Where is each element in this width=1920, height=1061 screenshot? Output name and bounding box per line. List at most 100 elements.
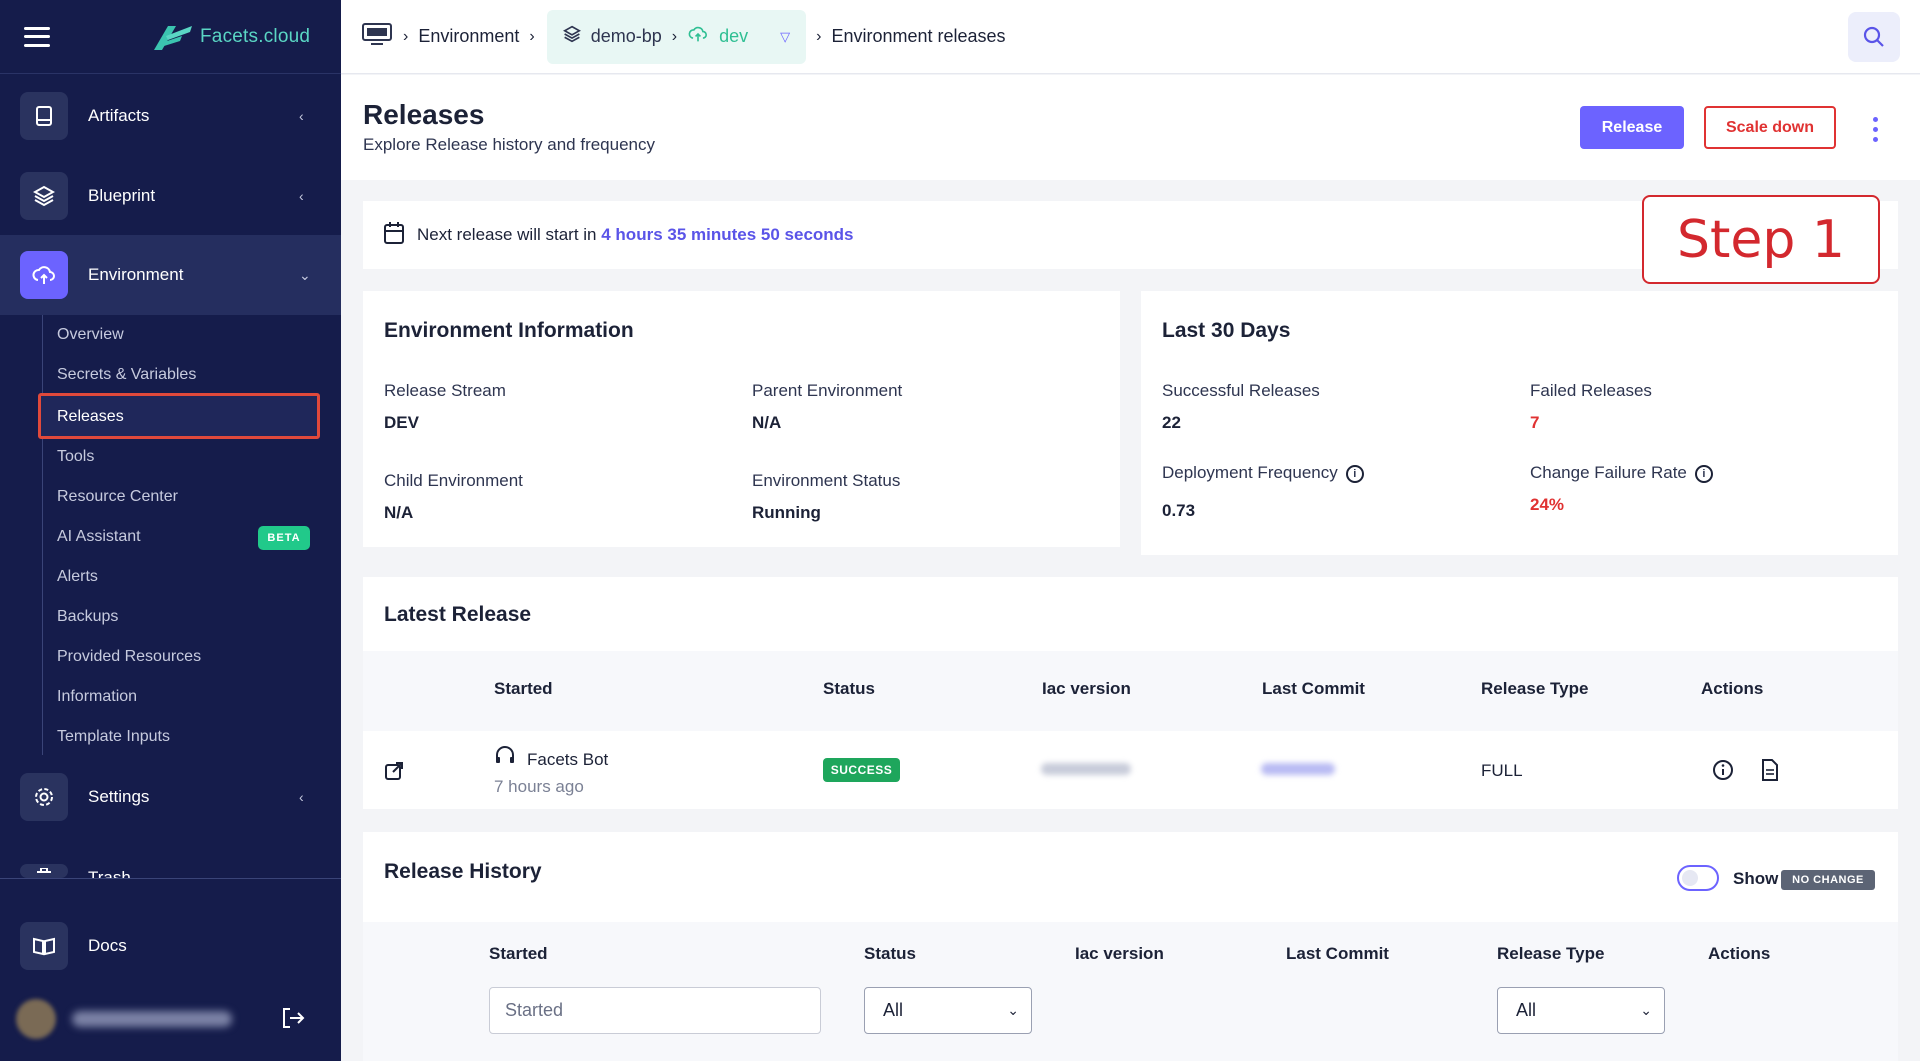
sidebar-item-label: Trash bbox=[88, 868, 131, 878]
latest-release-table-header: Started Status Iac version Last Commit R… bbox=[363, 651, 1898, 731]
column-header: Status bbox=[864, 944, 916, 963]
submenu-item-ai-assistant[interactable]: AI Assistant bbox=[57, 517, 141, 557]
submenu-item-template-inputs[interactable]: Template Inputs bbox=[57, 717, 170, 757]
environment-name[interactable]: dev bbox=[719, 26, 748, 47]
chevron-down-icon: ⌄ bbox=[299, 267, 311, 283]
info-icon[interactable]: i bbox=[1694, 464, 1713, 483]
release-started-by: Facets Bot bbox=[527, 750, 609, 769]
open-external-icon[interactable] bbox=[384, 761, 404, 786]
user-profile[interactable] bbox=[16, 995, 326, 1043]
next-release-text: Next release will start in 4 hours 35 mi… bbox=[417, 225, 854, 244]
breadcrumb-separator-icon: › bbox=[816, 27, 822, 45]
blueprint-name[interactable]: demo-bp bbox=[591, 26, 662, 47]
sidebar-item-label: Docs bbox=[88, 936, 127, 955]
started-filter-input[interactable]: Started bbox=[489, 987, 821, 1034]
failed-releases-value: 7 bbox=[1530, 413, 1540, 432]
chevron-left-icon: ‹ bbox=[299, 789, 304, 805]
submenu-item-information[interactable]: Information bbox=[57, 677, 137, 717]
status-filter-select[interactable]: All ⌄ bbox=[864, 987, 1032, 1034]
submenu-item-secrets-variables[interactable]: Secrets & Variables bbox=[57, 355, 196, 395]
calendar-icon bbox=[383, 221, 405, 250]
sidebar-item-settings[interactable]: Settings ‹ bbox=[0, 757, 341, 837]
logout-icon[interactable] bbox=[280, 1005, 306, 1036]
column-header: Iac version bbox=[1042, 679, 1131, 698]
sidebar-item-environment[interactable]: Environment ⌄ bbox=[0, 235, 341, 315]
sidebar-item-label: Environment bbox=[88, 265, 184, 284]
column-header: Release Type bbox=[1481, 679, 1589, 698]
submenu-item-backups[interactable]: Backups bbox=[57, 597, 118, 637]
sidebar-item-artifacts[interactable]: Artifacts ‹ bbox=[0, 76, 341, 156]
info-icon[interactable] bbox=[1712, 759, 1734, 786]
iac-version-redacted bbox=[1041, 763, 1131, 775]
user-name-redacted bbox=[72, 1011, 232, 1027]
change-failure-rate-value: 24% bbox=[1530, 495, 1565, 514]
sidebar-divider bbox=[0, 878, 341, 879]
brand-logo[interactable]: Facets.cloud bbox=[150, 22, 310, 52]
sidebar-item-label: Artifacts bbox=[88, 106, 150, 125]
submenu-item-overview[interactable]: Overview bbox=[57, 315, 124, 355]
deployment-frequency-label: Deployment Frequency i bbox=[1162, 463, 1364, 483]
environment-status-label: Environment Status bbox=[752, 471, 901, 490]
breadcrumb-separator-icon: › bbox=[671, 27, 678, 45]
environment-selector[interactable]: demo-bp › dev ▽ bbox=[546, 9, 807, 64]
submenu-item-resource-center[interactable]: Resource Center bbox=[57, 477, 178, 517]
submenu-item-releases[interactable]: Releases bbox=[38, 393, 320, 439]
release-button[interactable]: Release bbox=[1580, 106, 1684, 149]
submenu-item-provided-resources[interactable]: Provided Resources bbox=[57, 637, 201, 677]
brand-name: Facets.cloud bbox=[200, 26, 311, 47]
column-header: Release Type bbox=[1497, 944, 1605, 963]
search-button[interactable] bbox=[1848, 12, 1900, 62]
show-no-change-toggle[interactable] bbox=[1677, 865, 1719, 891]
submenu-item-alerts[interactable]: Alerts bbox=[57, 557, 98, 597]
chevron-left-icon: ‹ bbox=[299, 108, 304, 124]
sidebar-item-trash[interactable]: Trash bbox=[0, 838, 341, 878]
facets-logo-icon bbox=[154, 26, 192, 50]
column-header: Last Commit bbox=[1286, 944, 1389, 963]
sidebar-header: Facets.cloud bbox=[0, 0, 341, 74]
book-icon bbox=[20, 92, 68, 140]
scale-down-button[interactable]: Scale down bbox=[1704, 106, 1836, 149]
card-title: Last 30 Days bbox=[1162, 319, 1291, 342]
sidebar-item-label: Settings bbox=[88, 787, 150, 806]
step-annotation: Step 1 bbox=[1642, 195, 1880, 284]
successful-releases-label: Successful Releases bbox=[1162, 381, 1320, 400]
beta-badge: BETA bbox=[258, 526, 310, 550]
release-type-filter-select[interactable]: All ⌄ bbox=[1497, 987, 1665, 1034]
avatar bbox=[16, 999, 56, 1039]
hamburger-menu-icon[interactable] bbox=[24, 26, 50, 47]
info-icon[interactable]: i bbox=[1345, 464, 1364, 483]
page-header: Releases Explore Release history and fre… bbox=[341, 75, 1920, 180]
more-options-icon[interactable] bbox=[1873, 117, 1878, 142]
card-title: Environment Information bbox=[384, 319, 634, 342]
page-title: Releases bbox=[363, 99, 485, 130]
headset-icon bbox=[494, 745, 516, 770]
parent-environment-value: N/A bbox=[752, 413, 782, 432]
layers-icon bbox=[562, 25, 581, 48]
sidebar-item-blueprint[interactable]: Blueprint ‹ bbox=[0, 156, 341, 236]
next-release-countdown: 4 hours 35 minutes 50 seconds bbox=[601, 225, 854, 244]
breadcrumb-environment[interactable]: Environment bbox=[418, 26, 519, 47]
column-header: Last Commit bbox=[1262, 679, 1365, 698]
card-title: Release History bbox=[384, 860, 542, 883]
document-icon[interactable] bbox=[1761, 759, 1779, 786]
sidebar-item-label: Blueprint bbox=[88, 186, 156, 205]
no-change-badge: NO CHANGE bbox=[1781, 870, 1875, 890]
column-header: Started bbox=[489, 944, 548, 963]
parent-environment-label: Parent Environment bbox=[752, 381, 903, 400]
failed-releases-label: Failed Releases bbox=[1530, 381, 1652, 400]
sidebar-item-docs[interactable]: Docs bbox=[0, 906, 341, 986]
column-header: Actions bbox=[1708, 944, 1771, 963]
column-header: Status bbox=[823, 679, 875, 698]
deployment-frequency-value: 0.73 bbox=[1162, 501, 1196, 520]
child-environment-label: Child Environment bbox=[384, 471, 523, 490]
release-type-value: FULL bbox=[1481, 761, 1523, 780]
last-commit-redacted[interactable] bbox=[1261, 763, 1335, 775]
submenu-item-tools[interactable]: Tools bbox=[57, 437, 94, 477]
release-history-card: Release History Show NO CHANGE Started S… bbox=[363, 832, 1898, 1061]
breadcrumb-separator-icon: › bbox=[403, 27, 409, 45]
dropdown-triangle-icon[interactable]: ▽ bbox=[780, 29, 790, 45]
demo-environment-icon[interactable] bbox=[361, 22, 393, 51]
chevron-down-icon: ⌄ bbox=[1007, 1002, 1019, 1018]
sidebar: Facets.cloud Artifacts ‹ Blueprint ‹ Env… bbox=[0, 0, 341, 1061]
release-stream-label: Release Stream bbox=[384, 381, 506, 400]
